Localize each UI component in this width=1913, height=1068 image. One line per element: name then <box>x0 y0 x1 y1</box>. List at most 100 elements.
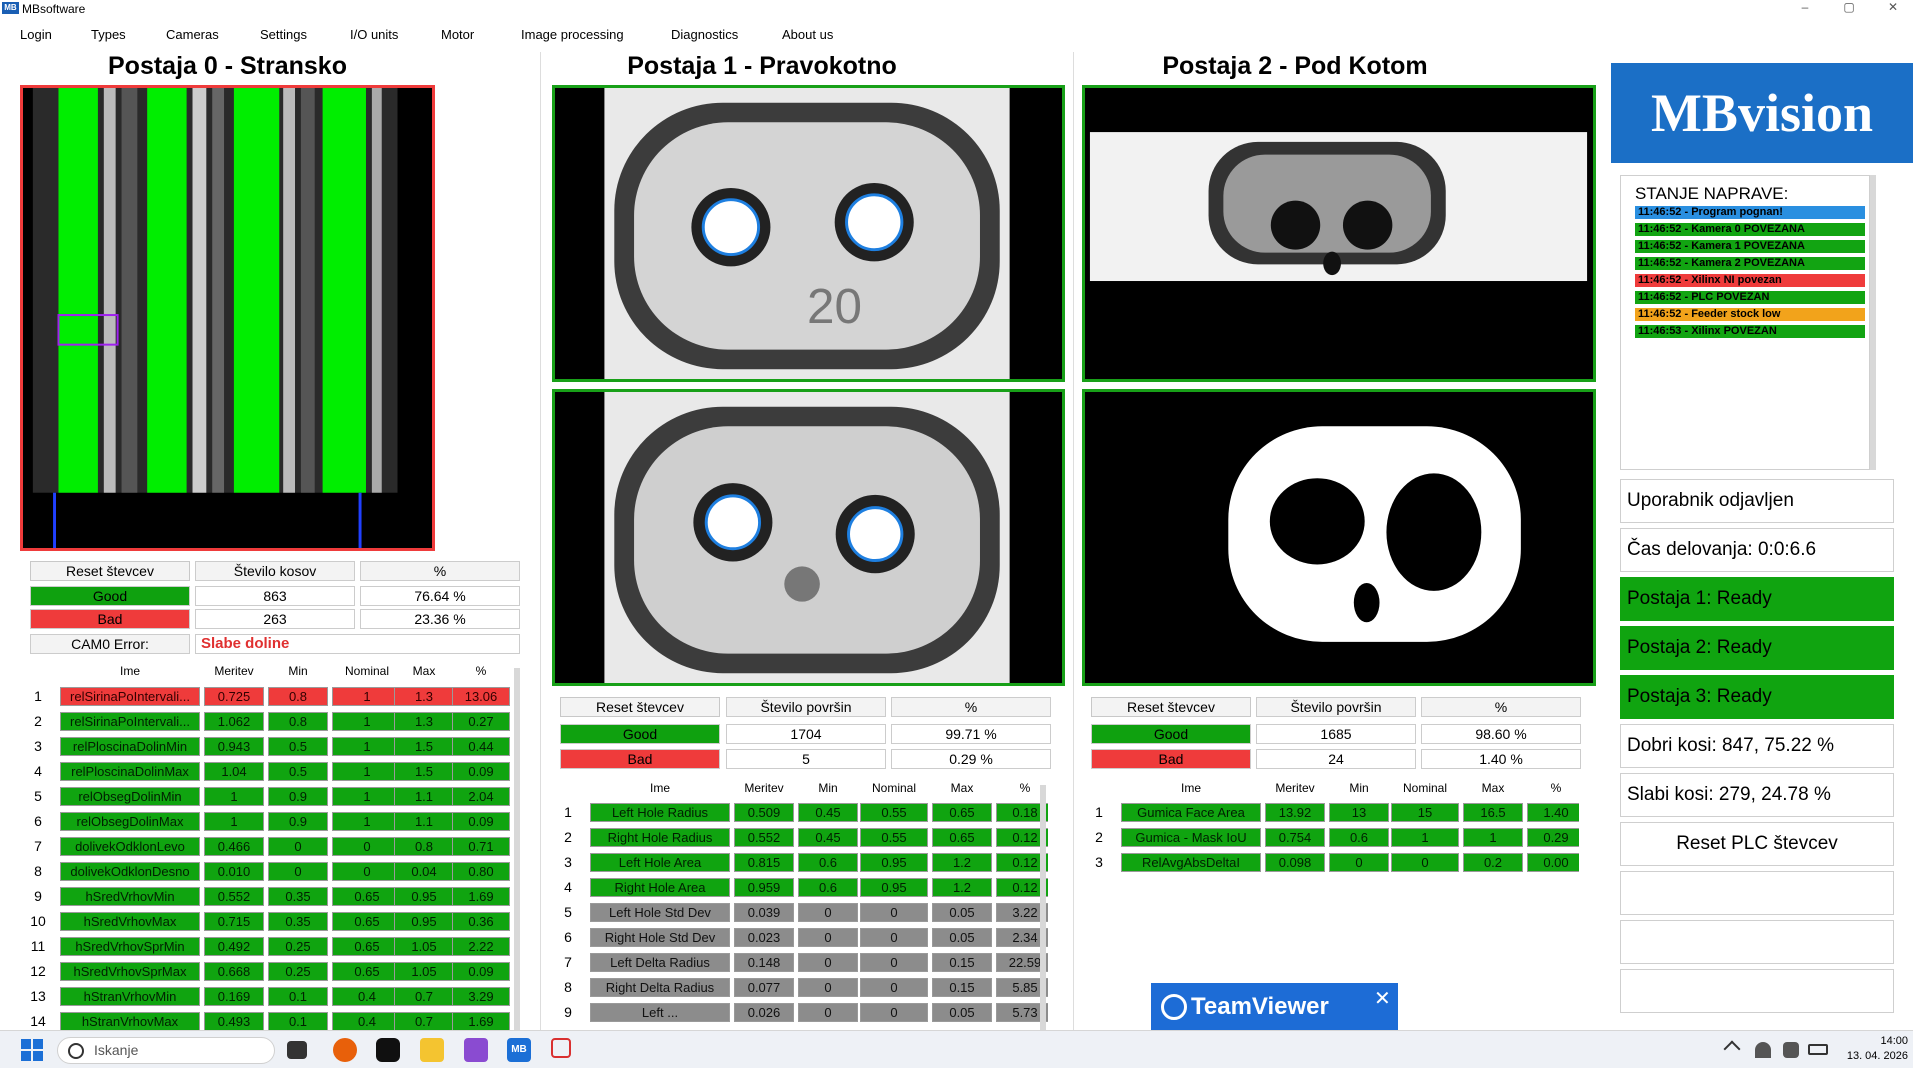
status-log-entry: 11:46:53 - Xilinx POVEZAN <box>1635 325 1865 338</box>
teamviewer-taskbar-icon[interactable] <box>376 1038 400 1062</box>
measurement-name: hStranVrhovMax <box>60 1012 200 1030</box>
min-value: 0 <box>798 903 858 922</box>
menu-types[interactable]: Types <box>91 27 126 42</box>
station-1-good-label: Good <box>560 724 720 744</box>
max-value: 0.65 <box>932 803 992 822</box>
battery-icon[interactable] <box>1808 1044 1828 1055</box>
table-row[interactable]: 5 Left Hole Std Dev 0.039 0 0 0.05 3.22 <box>558 903 1048 928</box>
measurement-value: 0.026 <box>734 1003 794 1022</box>
menu-about-us[interactable]: About us <box>782 27 833 42</box>
camera-1-top-view[interactable]: 20 <box>552 85 1065 382</box>
visual-studio-icon[interactable] <box>464 1038 488 1062</box>
table-row[interactable]: 8 dolivekOdklonDesno 0.010 0 0 0.04 0.80 <box>28 862 526 887</box>
table-row[interactable]: 1 Gumica Face Area 13.92 13 15 16.5 1.40 <box>1089 803 1579 828</box>
station-0-bad-pct: 23.36 % <box>360 609 520 629</box>
max-value: 0.05 <box>932 903 992 922</box>
pct-value: 0.71 <box>452 837 510 856</box>
snipping-tool-icon[interactable] <box>551 1038 571 1058</box>
menu-io-units[interactable]: I/O units <box>350 27 398 42</box>
table-row[interactable]: 1 relSirinaPoIntervali... 0.725 0.8 1 1.3 13.0… <box>28 687 526 712</box>
station-1-pct-header: % <box>891 697 1051 717</box>
camera-2-top-view[interactable] <box>1082 85 1596 382</box>
nominal-value: 0 <box>860 978 928 997</box>
measurement-name: dolivekOdklonLevo <box>60 837 200 856</box>
table-row[interactable]: 10 hSredVrhovMax 0.715 0.35 0.65 0.95 0.36 <box>28 912 526 937</box>
min-value: 0.6 <box>798 853 858 872</box>
table-row[interactable]: 2 Right Hole Radius 0.552 0.45 0.55 0.65 0.12 <box>558 828 1048 853</box>
station-1-table-scrollbar[interactable] <box>1040 785 1046 1030</box>
taskbar-clock[interactable]: 14:00 <box>1860 1035 1908 1047</box>
pct-value: 0.27 <box>452 712 510 731</box>
camera-0-view[interactable] <box>20 85 435 551</box>
pct-value: 2.22 <box>452 937 510 956</box>
table-row[interactable]: 6 Right Hole Std Dev 0.023 0 0 0.05 2.34 <box>558 928 1048 953</box>
menu-image-processing[interactable]: Image processing <box>521 27 624 42</box>
table-row[interactable]: 1 Left Hole Radius 0.509 0.45 0.55 0.65 0.18 <box>558 803 1048 828</box>
firefox-icon[interactable] <box>333 1038 357 1062</box>
table-header-min: Min <box>288 664 308 678</box>
max-value: 1.3 <box>394 712 454 731</box>
camera-0-image <box>23 88 432 548</box>
menu-settings[interactable]: Settings <box>260 27 307 42</box>
menu-login[interactable]: Login <box>20 27 52 42</box>
table-row[interactable]: 7 dolivekOdklonLevo 0.466 0 0 0.8 0.71 <box>28 837 526 862</box>
measurement-value: 0.077 <box>734 978 794 997</box>
max-value: 1.1 <box>394 812 454 831</box>
table-row[interactable]: 14 hStranVrhovMax 0.493 0.1 0.4 0.7 1.69 <box>28 1012 526 1030</box>
teamviewer-close-icon[interactable]: ✕ <box>1374 976 1391 1023</box>
table-header-min: Min <box>818 781 838 795</box>
reset-plc-counters-button[interactable]: Reset PLC števcev <box>1620 822 1894 866</box>
table-row[interactable]: 2 Gumica - Mask IoU 0.754 0.6 1 1 0.29 <box>1089 828 1579 853</box>
station-0-table-scrollbar[interactable] <box>514 668 520 1030</box>
measurement-name: hSredVrhovMax <box>60 912 200 931</box>
menu-motor[interactable]: Motor <box>441 27 474 42</box>
table-row[interactable]: 7 Left Delta Radius 0.148 0 0 0.15 22.59 <box>558 953 1048 978</box>
table-row[interactable]: 3 relPloscinaDolinMin 0.943 0.5 1 1.5 0.44 <box>28 737 526 762</box>
camera-1-bottom-view[interactable] <box>552 389 1065 686</box>
table-row[interactable]: 13 hStranVrhovMin 0.169 0.1 0.4 0.7 3.29 <box>28 987 526 1012</box>
mbsoftware-taskbar-icon[interactable]: MB <box>507 1038 531 1062</box>
table-row[interactable]: 12 hSredVrhovSprMax 0.668 0.25 0.65 1.05 0.09 <box>28 962 526 987</box>
close-button[interactable]: ✕ <box>1873 0 1913 17</box>
table-row[interactable]: 4 relPloscinaDolinMax 1.04 0.5 1 1.5 0.09 <box>28 762 526 787</box>
wifi-icon[interactable] <box>1755 1042 1771 1058</box>
measurement-value: 0.715 <box>204 912 264 931</box>
table-row[interactable]: 11 hSredVrhovSprMin 0.492 0.25 0.65 1.05 2.22 <box>28 937 526 962</box>
camera-1-part-number: 20 <box>807 279 862 334</box>
table-row[interactable]: 4 Right Hole Area 0.959 0.6 0.95 1.2 0.12 <box>558 878 1048 903</box>
table-row[interactable]: 9 hSredVrhovMin 0.552 0.35 0.65 0.95 1.69 <box>28 887 526 912</box>
task-view-icon[interactable] <box>287 1041 307 1059</box>
camera-2-bottom-view[interactable] <box>1082 389 1596 686</box>
min-value: 0.35 <box>268 887 328 906</box>
station-1-count-header: Število površin <box>726 697 886 717</box>
nominal-value: 1 <box>332 737 402 756</box>
nominal-value: 0 <box>860 1003 928 1022</box>
file-explorer-icon[interactable] <box>420 1038 444 1062</box>
speaker-icon[interactable] <box>1783 1042 1799 1058</box>
teamviewer-banner[interactable]: TeamViewer ✕ <box>1151 983 1398 1030</box>
station-1-reset-counters-button[interactable]: Reset števcev <box>560 697 720 717</box>
table-row[interactable]: 3 Left Hole Area 0.815 0.6 0.95 1.2 0.12 <box>558 853 1048 878</box>
min-value: 0 <box>798 928 858 947</box>
table-row[interactable]: 5 relObsegDolinMin 1 0.9 1 1.1 2.04 <box>28 787 526 812</box>
minimize-button[interactable]: – <box>1785 0 1825 17</box>
table-header-pct: % <box>1550 781 1562 795</box>
table-row[interactable]: 6 relObsegDolinMax 1 0.9 1 1.1 0.09 <box>28 812 526 837</box>
menu-diagnostics[interactable]: Diagnostics <box>671 27 738 42</box>
maximize-button[interactable]: ▢ <box>1829 0 1869 17</box>
taskbar-search-input[interactable]: Iskanje <box>57 1037 275 1064</box>
measurement-value: 0.466 <box>204 837 264 856</box>
menu-cameras[interactable]: Cameras <box>166 27 219 42</box>
station-2-good-count: 1685 <box>1256 724 1416 744</box>
status-log-scrollbar[interactable] <box>1870 175 1876 470</box>
taskbar-date[interactable]: 13. 04. 2026 <box>1835 1050 1908 1062</box>
measurement-name: dolivekOdklonDesno <box>60 862 200 881</box>
station-2-reset-counters-button[interactable]: Reset števcev <box>1091 697 1251 717</box>
windows-start-icon[interactable] <box>21 1039 43 1061</box>
station-0-reset-counters-button[interactable]: Reset števcev <box>30 561 190 581</box>
table-row[interactable]: 3 RelAvgAbsDeltaI 0.098 0 0 0.2 0.00 <box>1089 853 1579 878</box>
chevron-up-icon[interactable] <box>1723 1040 1741 1058</box>
table-row[interactable]: 2 relSirinaPoIntervali... 1.062 0.8 1 1.3 0.27 <box>28 712 526 737</box>
table-row[interactable]: 9 Left ... 0.026 0 0 0.05 5.73 <box>558 1003 1048 1028</box>
table-row[interactable]: 8 Right Delta Radius 0.077 0 0 0.15 5.85 <box>558 978 1048 1003</box>
